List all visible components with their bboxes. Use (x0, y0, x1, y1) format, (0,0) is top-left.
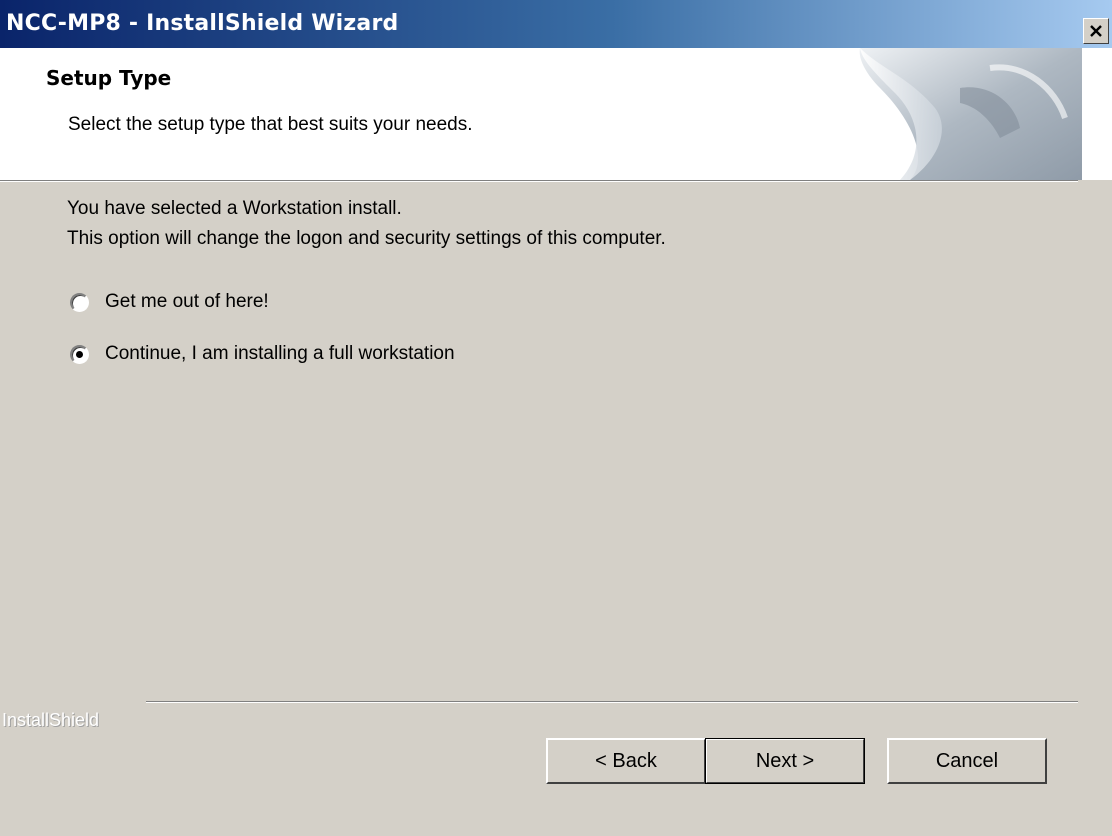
page-title: Setup Type (46, 66, 172, 90)
next-button[interactable]: Next > (705, 738, 865, 784)
footer-separator-highlight (146, 702, 1078, 703)
option-get-me-out[interactable]: Get me out of here! (70, 288, 269, 316)
option-label: Continue, I am installing a full worksta… (105, 343, 455, 364)
close-button[interactable] (1083, 18, 1109, 44)
radio-button[interactable] (70, 292, 89, 312)
option-continue-full-workstation[interactable]: Continue, I am installing a full worksta… (70, 340, 455, 368)
back-button[interactable]: < Back (546, 738, 706, 784)
installshield-brand-label: InstallShield (2, 710, 100, 730)
close-icon (1090, 25, 1102, 37)
title-bar[interactable]: NCC-MP8 - InstallShield Wizard (0, 0, 1112, 48)
installshield-page-curl-graphic (840, 48, 1082, 180)
installshield-wizard-window: NCC-MP8 - InstallShield Wizard Setup Typ… (0, 0, 1112, 836)
window-title: NCC-MP8 - InstallShield Wizard (6, 11, 399, 36)
install-warning-text: This option will change the logon and se… (67, 228, 666, 249)
cancel-button[interactable]: Cancel (887, 738, 1047, 784)
page-subtitle: Select the setup type that best suits yo… (68, 114, 473, 135)
header-separator-highlight (0, 181, 1078, 182)
option-label: Get me out of here! (105, 291, 269, 312)
install-info-text: You have selected a Workstation install. (67, 198, 402, 219)
radio-button-selected[interactable] (70, 344, 89, 364)
header-banner: Setup Type Select the setup type that be… (0, 48, 1112, 180)
